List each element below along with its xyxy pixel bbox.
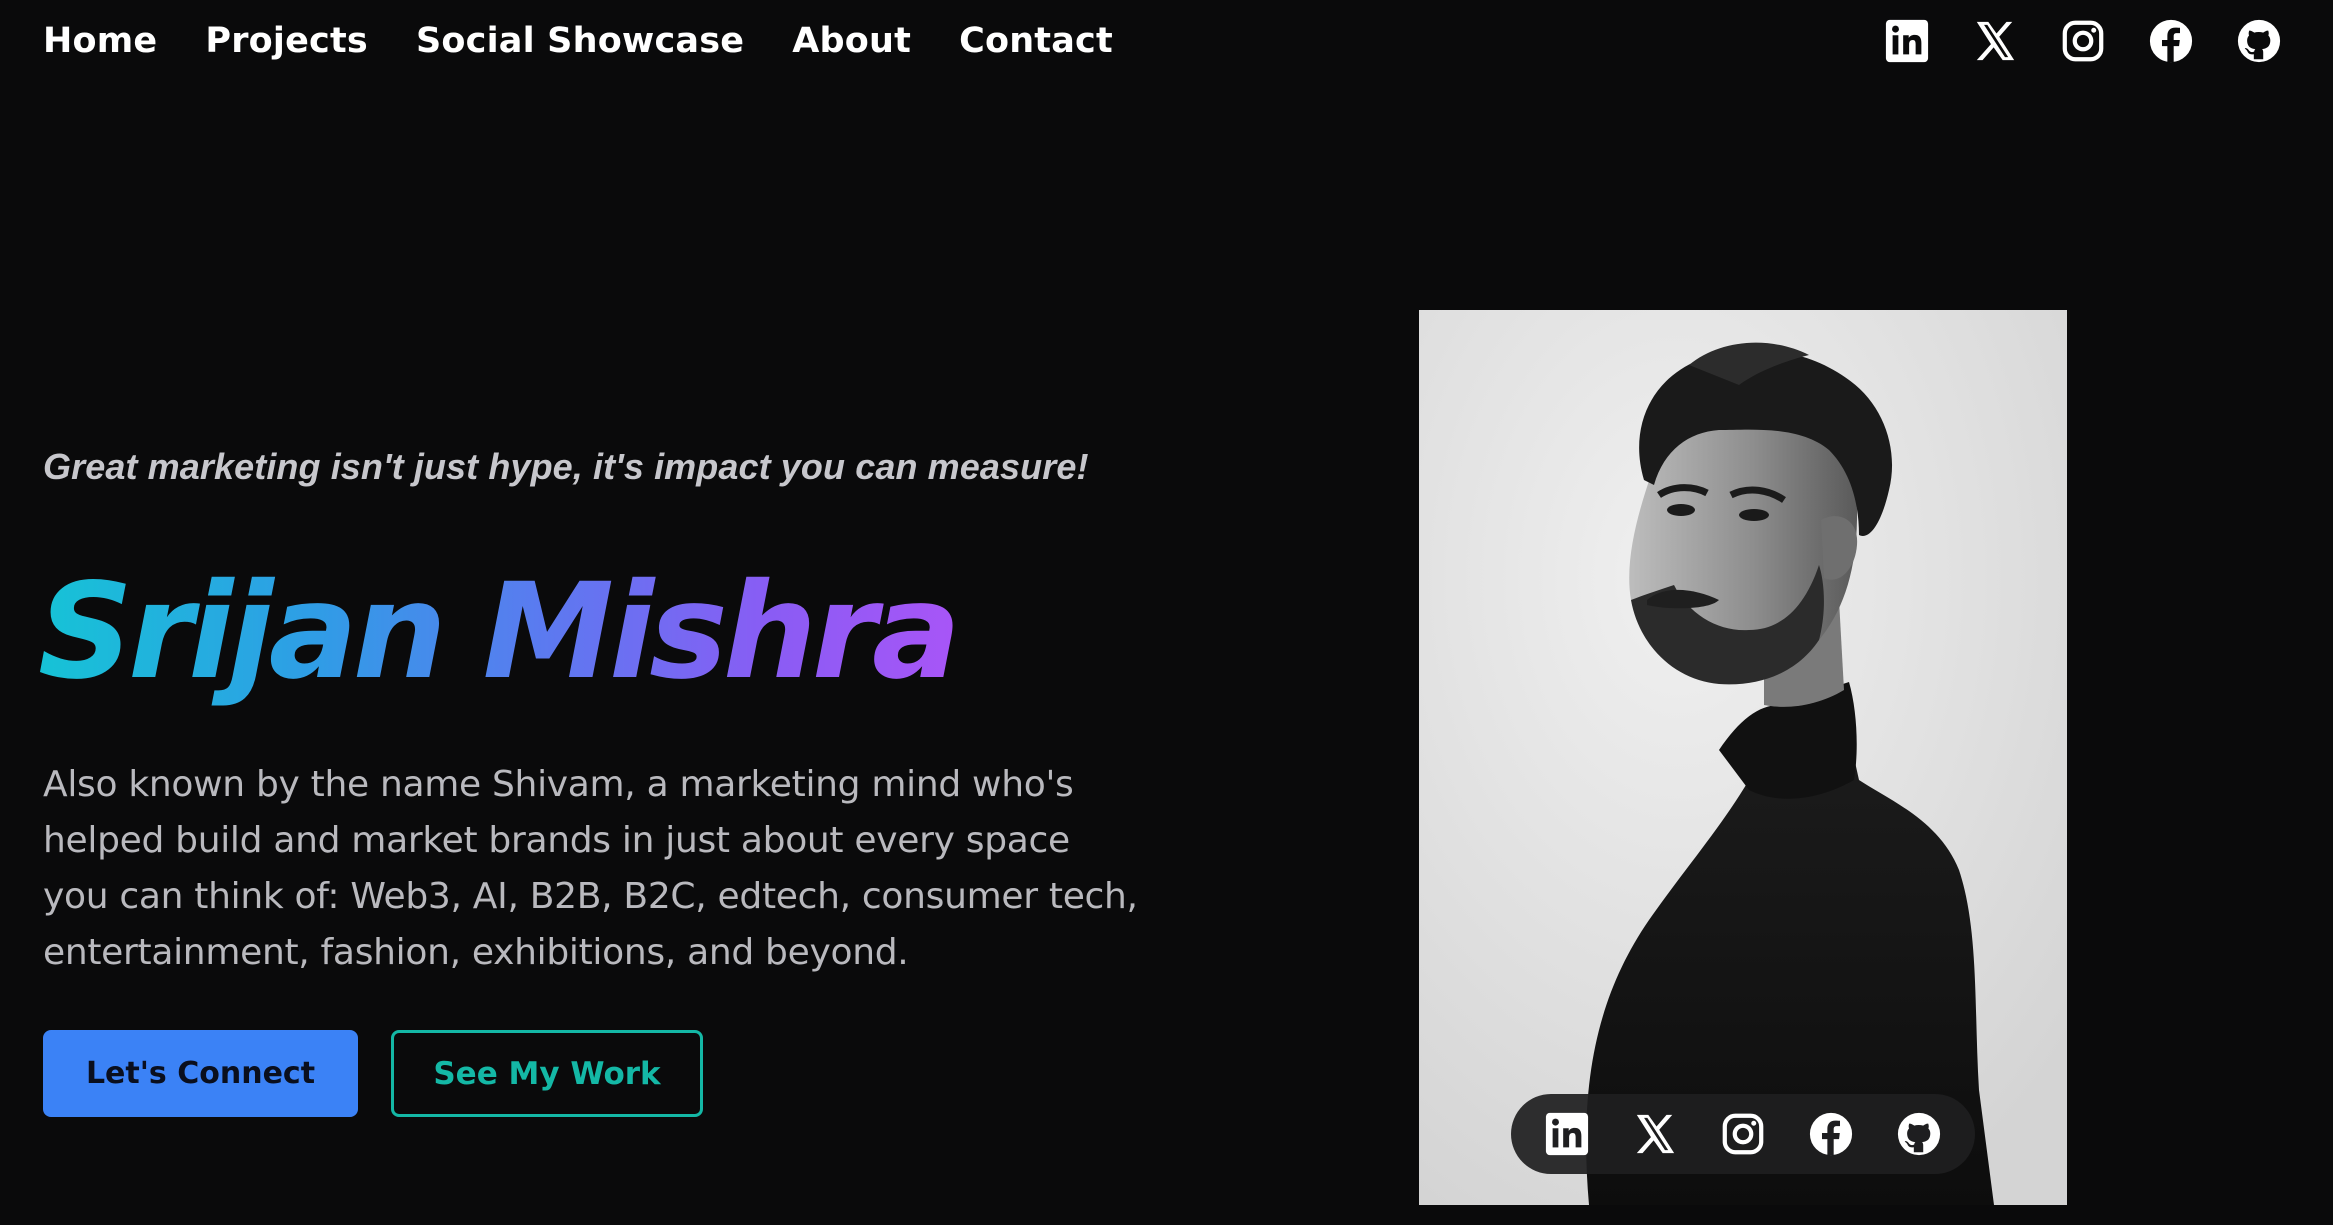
nav-home[interactable]: Home xyxy=(43,16,157,66)
github-icon[interactable] xyxy=(2234,16,2284,66)
nav-about[interactable]: About xyxy=(792,16,911,66)
x-icon[interactable] xyxy=(1970,16,2020,66)
hero-name: Srijan Mishra xyxy=(38,552,961,712)
linkedin-icon[interactable] xyxy=(1542,1109,1592,1159)
hero-tagline: Great marketing isn't just hype, it's im… xyxy=(43,446,1089,487)
see-my-work-button[interactable]: See My Work xyxy=(391,1030,703,1117)
facebook-icon[interactable] xyxy=(1806,1109,1856,1159)
lets-connect-button[interactable]: Let's Connect xyxy=(43,1030,358,1117)
page: Home Projects Social Showcase About Cont… xyxy=(0,0,2333,1225)
instagram-icon[interactable] xyxy=(2058,16,2108,66)
github-icon[interactable] xyxy=(1894,1109,1944,1159)
photo-social-links xyxy=(1511,1094,1975,1174)
top-nav: Home Projects Social Showcase About Cont… xyxy=(43,16,1113,66)
nav-projects[interactable]: Projects xyxy=(205,16,368,66)
profile-photo xyxy=(1419,310,2067,1205)
facebook-icon[interactable] xyxy=(2146,16,2196,66)
nav-contact[interactable]: Contact xyxy=(959,16,1113,66)
x-icon[interactable] xyxy=(1630,1109,1680,1159)
hero-bio: Also known by the name Shivam, a marketi… xyxy=(43,764,1138,973)
linkedin-icon[interactable] xyxy=(1882,16,1932,66)
instagram-icon[interactable] xyxy=(1718,1109,1768,1159)
nav-social-showcase[interactable]: Social Showcase xyxy=(416,16,744,66)
